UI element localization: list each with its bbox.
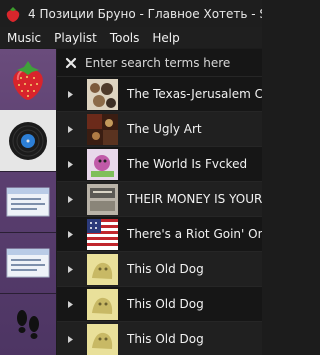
album-title: THEIR MONEY IS YOUR MONEY — [127, 192, 262, 206]
expand-arrow-icon[interactable] — [66, 335, 75, 344]
album-cover — [87, 183, 118, 215]
clear-search-icon[interactable] — [63, 55, 79, 71]
sidebar-tab-files[interactable] — [0, 232, 56, 293]
album-cover — [87, 113, 118, 145]
album-cover — [87, 323, 118, 355]
vinyl-record-icon — [9, 121, 47, 160]
album-row[interactable]: This Old Dog — [57, 286, 262, 321]
title-bar: 4 Позиции Бруно - Главное Хотеть - Straw… — [0, 0, 262, 27]
album-cover — [87, 253, 118, 285]
menu-music[interactable]: Music — [0, 31, 47, 45]
album-row[interactable]: The World Is Fvcked — [57, 146, 262, 181]
search-bar — [57, 51, 262, 75]
expand-arrow-icon[interactable] — [66, 300, 75, 309]
album-title: The Ugly Art — [127, 122, 202, 136]
album-title: This Old Dog — [127, 297, 204, 311]
file-list-icon — [6, 248, 50, 277]
menu-playlist[interactable]: Playlist — [47, 31, 103, 45]
album-row[interactable]: The Texas-Jerusalem Crossroads — [57, 76, 262, 111]
menu-bar: Music Playlist Tools Help — [0, 27, 262, 48]
album-title: There's a Riot Goin' On — [127, 227, 262, 241]
album-title: The World Is Fvcked — [127, 157, 248, 171]
strawberry-icon — [13, 60, 43, 100]
window-title: 4 Позиции Бруно - Главное Хотеть - Straw… — [28, 6, 262, 21]
expand-arrow-icon[interactable] — [66, 160, 75, 169]
expand-arrow-icon[interactable] — [66, 125, 75, 134]
sidebar — [0, 49, 56, 355]
album-row[interactable]: This Old Dog — [57, 251, 262, 286]
sidebar-tab-smart-playlists[interactable] — [0, 293, 56, 354]
file-list-icon — [6, 187, 50, 216]
album-title: The Texas-Jerusalem Crossroads — [127, 87, 262, 101]
album-row[interactable]: The Ugly Art — [57, 111, 262, 146]
album-cover — [87, 288, 118, 320]
album-list: The Texas-Jerusalem Crossroads The Ugly … — [57, 76, 262, 355]
sidebar-tab-collection[interactable] — [0, 110, 56, 171]
footprints-icon — [17, 309, 39, 339]
sidebar-tab-playlists[interactable] — [0, 171, 56, 232]
strawberry-app-icon — [6, 6, 20, 22]
expand-arrow-icon[interactable] — [66, 90, 75, 99]
album-title: This Old Dog — [127, 262, 204, 276]
album-cover — [87, 148, 118, 180]
album-row[interactable]: THEIR MONEY IS YOUR MONEY — [57, 181, 262, 216]
expand-arrow-icon[interactable] — [66, 195, 75, 204]
sidebar-tab-strawberry[interactable] — [0, 49, 56, 110]
menu-help[interactable]: Help — [145, 31, 185, 45]
album-title: This Old Dog — [127, 332, 204, 346]
album-row[interactable]: This Old Dog — [57, 321, 262, 355]
collection-panel: The Texas-Jerusalem Crossroads The Ugly … — [57, 49, 262, 355]
album-cover — [87, 218, 118, 250]
expand-arrow-icon[interactable] — [66, 265, 75, 274]
search-input[interactable] — [85, 53, 262, 73]
menu-tools[interactable]: Tools — [103, 31, 146, 45]
album-cover — [87, 78, 118, 110]
expand-arrow-icon[interactable] — [66, 230, 75, 239]
album-row[interactable]: There's a Riot Goin' On — [57, 216, 262, 251]
